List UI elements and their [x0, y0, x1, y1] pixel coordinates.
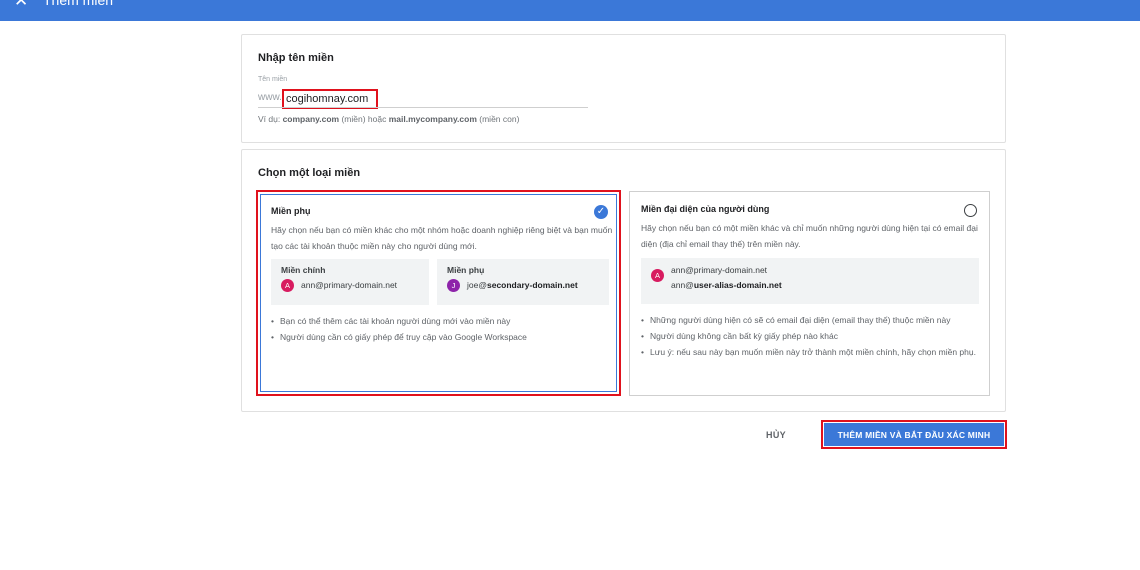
bullet-item: Người dùng không cần bất kỳ giấy phép nà…: [641, 328, 981, 344]
email-user: joe@: [467, 280, 487, 290]
bullet-item: Lưu ý: nếu sau này bạn muốn miền này trở…: [641, 344, 981, 360]
option-title: Miền đại diện của người dùng: [641, 204, 770, 214]
bullet-item: Những người dùng hiện có sẽ có email đại…: [641, 312, 981, 328]
option-bullets: Bạn có thể thêm các tài khoản người dùng…: [271, 313, 616, 345]
radio-button[interactable]: [964, 204, 977, 217]
email-domain: user-alias-domain.net: [693, 280, 782, 290]
domain-name-card: Nhập tên miền Tên miền www. Ví dụ: compa…: [241, 34, 1006, 143]
example-email: ann@primary-domain.net: [301, 280, 398, 290]
domain-input[interactable]: [282, 89, 378, 109]
top-bar: ✕ Thêm miền: [0, 0, 1140, 21]
domain-input-underline: [258, 107, 588, 108]
bullet-item: Bạn có thể thêm các tài khoản người dùng…: [271, 313, 616, 329]
example-label: Miền phụ: [447, 265, 485, 275]
email-domain: secondary-domain.net: [486, 280, 578, 290]
example-alias-email: ann@user-alias-domain.net: [671, 280, 782, 290]
option-secondary-domain[interactable]: Miền phụ ✓ Hãy chọn nếu bạn có miền khác…: [256, 190, 621, 396]
avatar: J: [447, 279, 460, 292]
hint-suffix: (miền con): [476, 114, 520, 124]
hint-example-subdomain: mail.mycompany.com: [388, 114, 477, 124]
hint-prefix: Ví dụ:: [258, 114, 283, 124]
domain-card-title: Nhập tên miền: [258, 52, 334, 64]
option-description: Hãy chọn nếu bạn có một miền khác và chỉ…: [641, 223, 978, 249]
submit-button-highlight: THÊM MIỀN VÀ BẮT ĐẦU XÁC MINH: [821, 420, 1007, 449]
domain-type-title: Chọn một loại miền: [258, 167, 361, 179]
example-alias-domain: A ann@primary-domain.net ann@user-alias-…: [641, 258, 979, 304]
option-description: Hãy chọn nếu bạn có miền khác cho một nh…: [271, 225, 613, 251]
hint-example-domain: company.com: [282, 114, 340, 124]
example-label: Miền chính: [281, 265, 326, 275]
page-title: Thêm miền: [43, 0, 114, 8]
option-bullets: Những người dùng hiện có sẽ có email đại…: [641, 312, 981, 360]
check-circle-icon[interactable]: ✓: [594, 205, 608, 219]
example-email: joe@secondary-domain.net: [467, 280, 578, 290]
avatar: A: [651, 269, 664, 282]
example-primary-domain: Miền chính A ann@primary-domain.net: [271, 259, 429, 305]
domain-hint: Ví dụ: company.com (miền) hoặc mail.myco…: [258, 114, 519, 124]
bullet-item: Người dùng cần có giấy phép để truy cập …: [271, 329, 616, 345]
domain-prefix: www.: [258, 92, 282, 103]
close-icon[interactable]: ✕: [14, 0, 28, 11]
option-title: Miền phụ: [271, 206, 311, 216]
domain-field-label: Tên miền: [258, 76, 288, 83]
cancel-button[interactable]: HỦY: [758, 426, 794, 444]
avatar: A: [281, 279, 294, 292]
example-secondary-domain: Miền phụ J joe@secondary-domain.net: [437, 259, 609, 305]
hint-middle: (miền) hoặc: [339, 114, 389, 124]
option-user-alias-domain[interactable]: Miền đại diện của người dùng Hãy chọn nế…: [629, 191, 990, 396]
email-user: ann@: [671, 280, 694, 290]
example-email: ann@primary-domain.net: [671, 265, 768, 275]
add-domain-verify-button[interactable]: THÊM MIỀN VÀ BẮT ĐẦU XÁC MINH: [824, 423, 1004, 446]
option-selected-frame: Miền phụ ✓ Hãy chọn nếu bạn có miền khác…: [260, 194, 617, 392]
